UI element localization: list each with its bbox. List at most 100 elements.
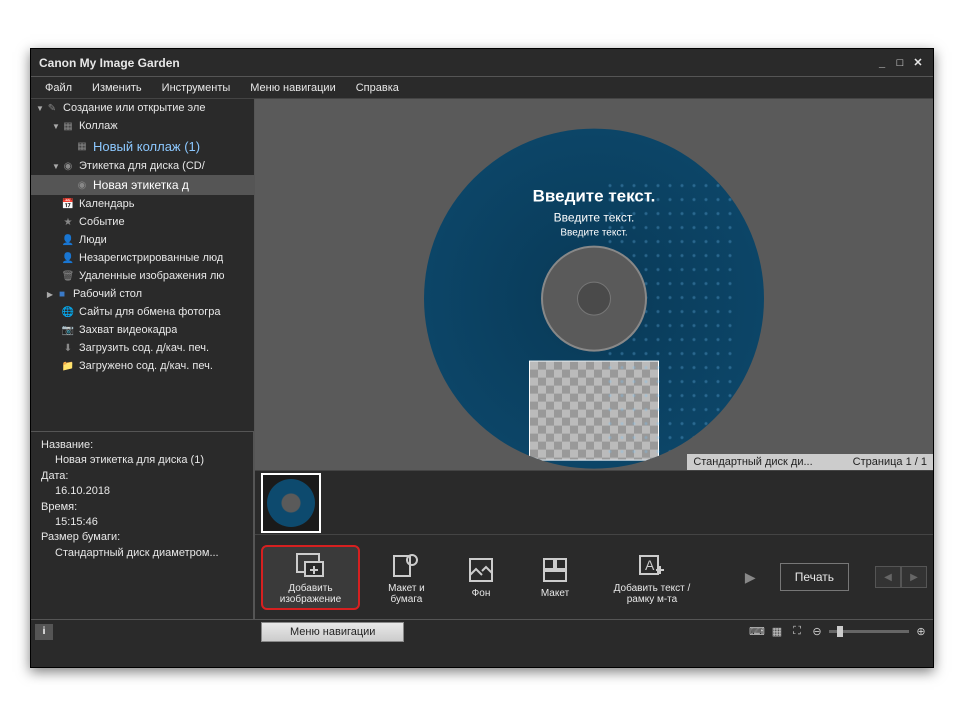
tree-new-disc-label[interactable]: ◉Новая этикетка д (31, 175, 254, 195)
layout-icon (539, 554, 571, 586)
disc-line1[interactable]: Введите текст. (424, 186, 764, 206)
page-next-button[interactable]: ▶ (901, 566, 927, 588)
add-image-icon (294, 549, 326, 581)
tree-unregistered[interactable]: 👤Незарегистрированные люд (31, 249, 254, 267)
statusbar: i Меню навигации ⌨ ▦ ⛶ ⊖ ⊕ (31, 619, 933, 643)
layout-paper-icon (390, 549, 422, 581)
toolbar: Добавить изображение Макет и бумага Фон … (255, 535, 933, 619)
tree-collage[interactable]: ▼▦Коллаж (31, 117, 254, 135)
people-icon: 👤 (61, 233, 75, 247)
toolbar-next-icon[interactable]: ▶ (739, 569, 762, 586)
app-window: Canon My Image Garden _ □ ✕ Файл Изменит… (30, 48, 934, 668)
grid-icon[interactable]: ▦ (769, 625, 785, 639)
info-panel: Название: Новая этикетка для диска (1) Д… (31, 431, 254, 619)
tree-deleted[interactable]: 🗑Удаленные изображения лю (31, 267, 254, 285)
calendar-icon: 📅 (61, 197, 75, 211)
image-placeholder[interactable] (529, 360, 659, 460)
people-icon: 👤 (61, 251, 75, 265)
menubar: Файл Изменить Инструменты Меню навигации… (31, 77, 933, 99)
tree-new-collage[interactable]: ▦Новый коллаж (1) (31, 135, 254, 157)
info-button[interactable]: i (35, 624, 53, 640)
folder-icon: 📁 (61, 359, 75, 373)
download-icon: ⬇ (61, 341, 75, 355)
viewport[interactable]: Введите текст. Введите текст. Введите те… (255, 99, 933, 471)
menu-file[interactable]: Файл (35, 79, 82, 97)
menu-nav[interactable]: Меню навигации (240, 79, 345, 97)
tree-calendar[interactable]: 📅Календарь (31, 195, 254, 213)
window-title: Canon My Image Garden (39, 56, 180, 70)
thumb-disc-icon (267, 479, 315, 527)
zoom-controls: ⌨ ▦ ⛶ ⊖ ⊕ (749, 625, 929, 639)
tree-people[interactable]: 👤Люди (31, 231, 254, 249)
tree: ▼✎Создание или открытие эле ▼▦Коллаж ▦Но… (31, 99, 254, 431)
info-paper-value: Стандартный диск диаметром... (41, 546, 243, 561)
tree-desktop[interactable]: ▶■Рабочий стол (31, 285, 254, 303)
tree-event[interactable]: ★Событие (31, 213, 254, 231)
desktop-icon: ■ (55, 287, 69, 301)
tool-label: Добавить текст /рамку м-та (601, 583, 703, 606)
edit-icon: ✎ (45, 101, 59, 115)
keyboard-icon[interactable]: ⌨ (749, 625, 765, 639)
status-label: Стандартный диск ди... Страница 1 / 1 (687, 454, 933, 470)
zoom-in-icon[interactable]: ⊕ (913, 625, 929, 639)
background-icon (465, 554, 497, 586)
zoom-out-icon[interactable]: ⊖ (809, 625, 825, 639)
sidebar: ▼✎Создание или открытие эле ▼▦Коллаж ▦Но… (31, 99, 255, 619)
event-icon: ★ (61, 215, 75, 229)
fit-icon[interactable]: ⛶ (789, 625, 805, 639)
nav-menu-button[interactable]: Меню навигации (261, 622, 404, 642)
collage-icon: ▦ (61, 119, 75, 133)
tree-download[interactable]: ⬇Загрузить сод. д/кач. печ. (31, 339, 254, 357)
info-date-value: 16.10.2018 (41, 484, 243, 499)
main-area: ▼✎Создание или открытие эле ▼▦Коллаж ▦Но… (31, 99, 933, 619)
page-indicator: Страница 1 / 1 (853, 456, 927, 468)
add-text-button[interactable]: A Добавить текст /рамку м-та (601, 549, 703, 606)
page-nav: ◀ ▶ (875, 566, 927, 588)
info-name-value: Новая этикетка для диска (1) (41, 453, 243, 468)
svg-text:A: A (645, 557, 655, 573)
disc-line2[interactable]: Введите текст. (424, 210, 764, 224)
tree-disc-label[interactable]: ▼◉Этикетка для диска (CD/ (31, 157, 254, 175)
tree-downloaded[interactable]: 📁Загружено сод. д/кач. печ. (31, 357, 254, 375)
layout-button[interactable]: Макет (527, 554, 583, 600)
trash-icon: 🗑 (61, 269, 75, 283)
disc-preview[interactable]: Введите текст. Введите текст. Введите те… (424, 128, 764, 468)
template-name: Стандартный диск ди... (693, 456, 812, 468)
add-text-icon: A (636, 549, 668, 581)
minimize-button[interactable]: _ (875, 56, 889, 69)
video-icon: 📷 (61, 323, 75, 337)
menu-edit[interactable]: Изменить (82, 79, 152, 97)
tool-label: Фон (472, 588, 491, 600)
info-name-label: Название: (41, 438, 243, 453)
info-time-value: 15:15:46 (41, 515, 243, 530)
page-prev-button[interactable]: ◀ (875, 566, 901, 588)
canvas-area: Введите текст. Введите текст. Введите те… (255, 99, 933, 619)
add-image-button[interactable]: Добавить изображение (261, 545, 360, 610)
tool-label: Добавить изображение (267, 583, 354, 606)
thumbnail-strip (255, 471, 933, 535)
page-thumbnail[interactable] (261, 473, 321, 533)
layout-paper-button[interactable]: Макет и бумага (378, 549, 435, 606)
tool-label: Макет (541, 588, 569, 600)
print-button[interactable]: Печать (780, 563, 849, 591)
maximize-button[interactable]: □ (893, 56, 907, 69)
disc-text[interactable]: Введите текст. Введите текст. Введите те… (424, 186, 764, 238)
info-paper-label: Размер бумаги: (41, 530, 243, 545)
tree-create[interactable]: ▼✎Создание или открытие эле (31, 99, 254, 117)
close-button[interactable]: ✕ (911, 56, 925, 69)
info-time-label: Время: (41, 500, 243, 515)
menu-help[interactable]: Справка (346, 79, 409, 97)
titlebar: Canon My Image Garden _ □ ✕ (31, 49, 933, 77)
collage-icon: ▦ (75, 139, 89, 153)
menu-tools[interactable]: Инструменты (152, 79, 241, 97)
globe-icon: 🌐 (61, 305, 75, 319)
background-button[interactable]: Фон (453, 554, 509, 600)
tree-capture[interactable]: 📷Захват видеокадра (31, 321, 254, 339)
zoom-handle[interactable] (837, 626, 843, 637)
tree-photo-sites[interactable]: 🌐Сайты для обмена фотогра (31, 303, 254, 321)
disc-line3[interactable]: Введите текст. (424, 227, 764, 238)
zoom-slider[interactable] (829, 630, 909, 633)
disc-icon: ◉ (61, 159, 75, 173)
tool-label: Макет и бумага (378, 583, 435, 606)
info-date-label: Дата: (41, 469, 243, 484)
